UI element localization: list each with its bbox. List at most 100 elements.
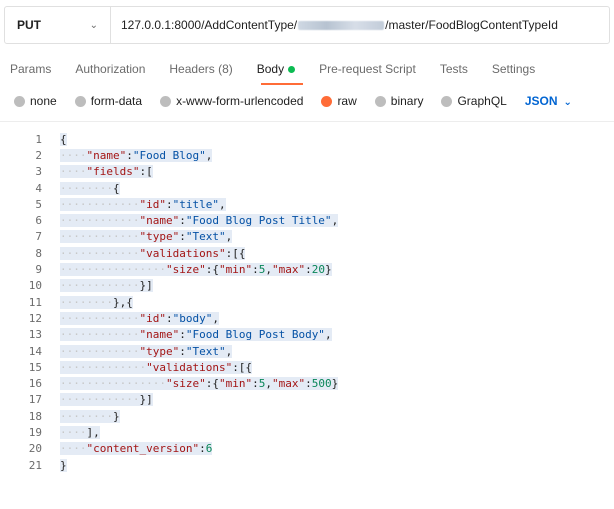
tab-body-label: Body	[256, 62, 285, 76]
radio-selected-icon	[321, 95, 333, 107]
line-number: 16	[28, 377, 42, 391]
format-label: JSON	[524, 94, 558, 108]
code-text: ············"id":"title",	[60, 197, 226, 211]
radio-label: binary	[390, 94, 424, 108]
indent-guide: ············	[60, 393, 140, 407]
line-number: 10	[28, 279, 42, 293]
code-line: 5 ············"id":"title",	[0, 196, 614, 212]
code-token: "name":"Food Blog Post Title",	[139, 214, 339, 228]
tab-authorization[interactable]: Authorization	[75, 62, 145, 76]
code-token: }]	[139, 279, 153, 293]
line-number: 2	[35, 148, 42, 162]
code-line: 17 ············}]	[0, 392, 614, 408]
radio-label: GraphQL	[457, 94, 507, 108]
code-text: ················"size":{"min":5,"max":20…	[60, 263, 332, 277]
code-text: ············}]	[60, 279, 153, 293]
code-text: ············"name":"Food Blog Post Body"…	[60, 328, 332, 342]
code-token: {	[112, 181, 120, 195]
line-number: 18	[28, 409, 42, 423]
radio-label: raw	[337, 94, 357, 108]
radio-binary[interactable]: binary	[374, 94, 424, 108]
radio-none[interactable]: none	[14, 94, 57, 108]
code-text: ········},{	[60, 295, 133, 309]
radio-circle-icon	[74, 95, 86, 107]
code-line: 9 ················"size":{"min":5,"max":2…	[0, 261, 614, 277]
radio-graphql[interactable]: GraphQL	[441, 94, 507, 108]
code-text: ····"name":"Food Blog",	[60, 148, 213, 162]
format-select[interactable]: JSON ⌄	[525, 94, 572, 108]
code-editor[interactable]: 1{2 ····"name":"Food Blog", 3 ····"fields":…	[0, 131, 614, 473]
radio-label: x-www-form-urlencoded	[176, 94, 304, 108]
code-token: "size":{"min":5,"max":500}	[165, 377, 339, 391]
code-line: 19 ····],	[0, 424, 614, 440]
code-line: 3 ····"fields":[	[0, 164, 614, 180]
code-line: 16 ················"size":{"min":5,"max":…	[0, 375, 614, 391]
line-number: 21	[28, 458, 42, 472]
code-line: 18 ········}	[0, 408, 614, 424]
method-select[interactable]: PUT ⌄	[5, 7, 111, 43]
url-input[interactable]: 127.0.0.1:8000/AddContentType/ /master/F…	[111, 18, 558, 32]
code-text: ·············"validations":[{	[60, 360, 253, 374]
indent-guide: ····	[60, 425, 87, 439]
radio-circle-icon	[14, 95, 25, 107]
indent-guide: ············	[60, 344, 140, 358]
tab-tests[interactable]: Tests	[440, 62, 468, 76]
code-line: 1{	[0, 131, 614, 147]
code-token: "validations":[{	[146, 360, 253, 374]
line-number: 17	[28, 393, 42, 407]
line-number: 8	[35, 246, 42, 260]
indent-guide: ············	[60, 311, 140, 325]
tab-body[interactable]: Body	[256, 62, 296, 76]
line-number: 15	[28, 360, 42, 374]
code-text: ····],	[60, 425, 100, 439]
code-token: ],	[86, 425, 100, 439]
line-number: 9	[35, 263, 42, 277]
code-token: },{	[112, 295, 133, 309]
code-text: ············"id":"body",	[60, 311, 219, 325]
code-text: }	[60, 458, 67, 472]
indent-guide: ············	[60, 328, 140, 342]
line-number: 11	[28, 295, 42, 309]
code-token: }	[60, 458, 67, 472]
tab-pre-request-script[interactable]: Pre-request Script	[319, 62, 416, 76]
line-number: 19	[28, 425, 42, 439]
chevron-down-icon: ⌄	[563, 97, 572, 108]
radio-label: none	[30, 94, 57, 108]
code-line: 6 ············"name":"Food Blog Post Titl…	[0, 212, 614, 228]
radio-raw[interactable]: raw	[321, 94, 357, 108]
code-line: 2 ····"name":"Food Blog",	[0, 147, 614, 163]
line-number: 13	[28, 328, 42, 342]
code-token: "id":"body",	[139, 311, 219, 325]
line-number: 12	[28, 311, 42, 325]
code-token: "id":"title",	[139, 197, 226, 211]
radio-form-data[interactable]: form-data	[74, 94, 143, 108]
radio-urlencoded[interactable]: x-www-form-urlencoded	[160, 94, 303, 108]
code-line: 15 ·············"validations":[{	[0, 359, 614, 375]
code-line: 14 ············"type":"Text",	[0, 343, 614, 359]
tab-settings[interactable]: Settings	[492, 62, 535, 76]
tab-params[interactable]: Params	[10, 62, 51, 76]
indent-guide: ········	[60, 181, 113, 195]
body-type-options: none form-data x-www-form-urlencoded raw…	[0, 90, 614, 112]
line-number: 5	[35, 197, 42, 211]
tab-headers[interactable]: Headers (8)	[169, 62, 232, 76]
line-number: 3	[35, 165, 42, 179]
code-token: "validations":[{	[139, 246, 246, 260]
line-number: 1	[35, 132, 42, 146]
code-token: "name":"Food Blog Post Body",	[139, 328, 332, 342]
code-line: 20 ····"content_version":6	[0, 441, 614, 457]
code-line: 10 ············}]	[0, 278, 614, 294]
indent-guide: ················	[60, 263, 166, 277]
indent-guide: ·············	[60, 360, 147, 374]
code-token: "type":"Text",	[139, 230, 233, 244]
code-text: ········{	[60, 181, 120, 195]
request-url-bar: PUT ⌄ 127.0.0.1:8000/AddContentType/ /ma…	[4, 6, 610, 44]
code-token: }]	[139, 393, 153, 407]
request-tabs: Params Authorization Headers (8) Body Pr…	[0, 58, 614, 80]
radio-label: form-data	[90, 94, 143, 108]
code-line: 11 ········},{	[0, 294, 614, 310]
indent-guide: ········	[60, 295, 113, 309]
indent-guide: ····	[60, 148, 87, 162]
line-number: 6	[35, 214, 42, 228]
radio-circle-icon	[160, 95, 172, 107]
